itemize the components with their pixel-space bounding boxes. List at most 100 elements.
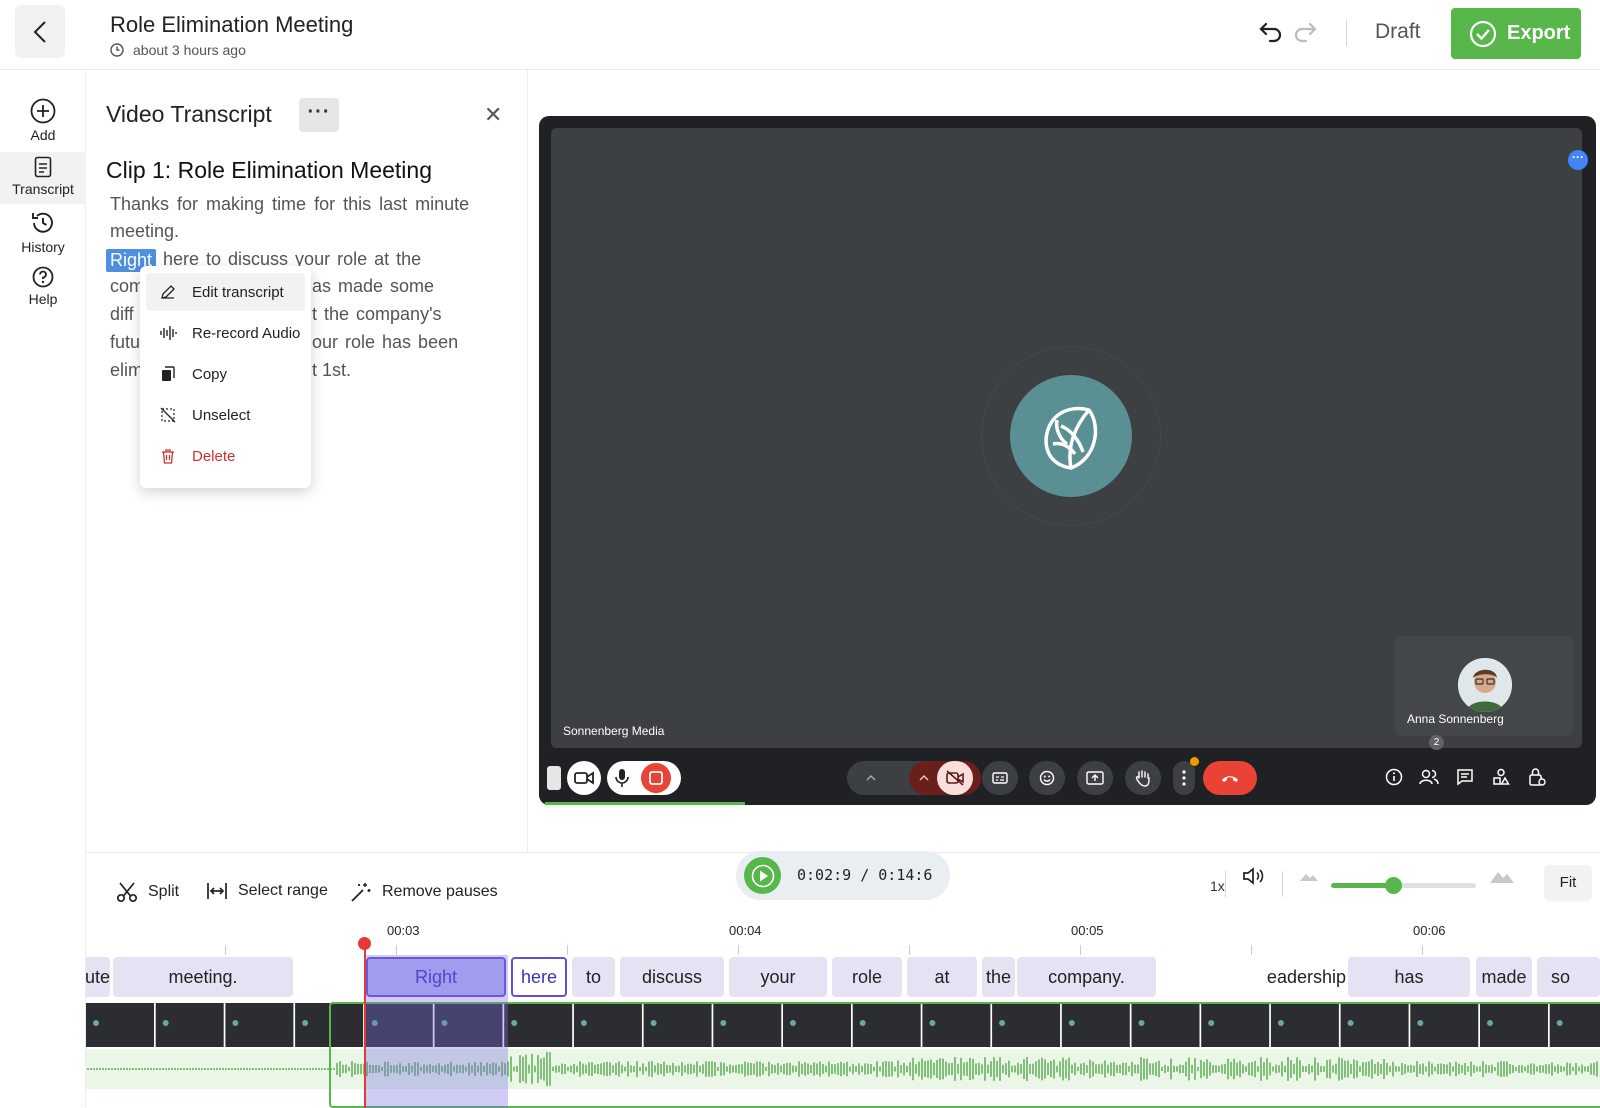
scissors-icon — [116, 882, 138, 903]
history-icon — [32, 212, 53, 233]
transcript-line[interactable]: elim — [110, 360, 143, 381]
remove-pauses-button[interactable]: Remove pauses — [350, 881, 498, 903]
zoom-in-mountain-icon[interactable] — [1489, 864, 1515, 884]
export-button[interactable]: Export — [1451, 8, 1581, 59]
select-range-icon — [207, 883, 227, 899]
split-button[interactable]: Split — [116, 881, 179, 903]
zoom-slider[interactable] — [1331, 877, 1476, 894]
raise-hand-button[interactable] — [1125, 761, 1161, 795]
word-chip[interactable]: your — [729, 957, 827, 997]
transcript-line[interactable]: our role has been — [312, 332, 458, 353]
word-chip[interactable]: so — [1537, 957, 1600, 997]
zoom-slider-fill — [1331, 883, 1394, 888]
document-icon — [34, 156, 52, 178]
more-options-button[interactable] — [1173, 761, 1195, 795]
zoom-slider-knob[interactable] — [1385, 877, 1403, 894]
undo-icon[interactable] — [1258, 20, 1284, 44]
transcript-line[interactable]: com — [110, 276, 144, 297]
transcript-line[interactable]: meeting. — [110, 221, 179, 242]
video-off-icon — [946, 770, 964, 786]
word-chip[interactable]: company. — [1017, 957, 1156, 997]
menu-item-label: Copy — [192, 365, 228, 383]
split-label: Split — [148, 883, 180, 900]
ruler-tick — [1422, 945, 1423, 955]
word-chip[interactable]: Leadership — [1266, 957, 1346, 997]
thumbnail-logo — [302, 1020, 309, 1026]
word-chip[interactable]: at — [907, 957, 977, 997]
ruler-label: 00:04 — [729, 923, 762, 938]
zoom-out-mountain-icon[interactable] — [1299, 868, 1319, 882]
word-chip[interactable]: meeting. — [113, 957, 293, 997]
word-chip[interactable]: made — [1476, 957, 1532, 997]
clip-boundary[interactable] — [329, 1002, 1600, 1108]
chevron-up-icon[interactable] — [866, 774, 876, 782]
menu-item-rerecord-audio[interactable]: Re-record Audio — [146, 314, 305, 352]
remove-pauses-label: Remove pauses — [382, 883, 498, 900]
menu-item-delete[interactable]: Delete — [146, 437, 305, 475]
chat-icon[interactable] — [1456, 768, 1474, 786]
trash-icon — [156, 448, 180, 464]
panel-title: Video Transcript — [106, 101, 272, 127]
transcript-line[interactable]: diff — [110, 304, 134, 325]
video-more-button[interactable]: ··· — [1568, 150, 1588, 170]
fit-button[interactable]: Fit — [1544, 865, 1592, 901]
close-panel-button[interactable]: ✕ — [484, 102, 502, 128]
vertical-dots-icon — [1182, 770, 1186, 786]
end-call-button[interactable] — [1203, 761, 1257, 795]
select-range-button[interactable]: Select range — [206, 881, 328, 901]
thumbnail-logo — [93, 1020, 99, 1026]
word-chip-hovered[interactable]: here — [511, 957, 567, 997]
activities-icon[interactable] — [1492, 768, 1510, 786]
transcript-line[interactable]: t the company's — [312, 304, 442, 325]
chevron-left-icon — [33, 20, 46, 43]
transcript-line[interactable]: as made some — [312, 276, 434, 297]
context-menu: Edit transcript Re-record Audio Copy Uns… — [140, 266, 311, 488]
volume-icon[interactable] — [1242, 866, 1266, 886]
playhead[interactable] — [364, 939, 366, 1108]
info-icon[interactable] — [1385, 768, 1403, 786]
avatar — [1458, 658, 1512, 712]
rail-item-history[interactable]: History — [0, 210, 86, 260]
host-controls-icon[interactable] — [1528, 767, 1546, 787]
clip-title: Clip 1: Role Elimination Meeting — [106, 157, 432, 183]
rail-item-help[interactable]: Help — [0, 266, 86, 312]
word-chip[interactable]: to — [572, 957, 615, 997]
back-button[interactable] — [15, 5, 65, 58]
play-button[interactable] — [744, 857, 781, 894]
magic-wand-icon — [351, 883, 371, 902]
transcript-more-button[interactable]: ··· — [299, 98, 339, 132]
word-chip[interactable]: ute — [86, 957, 110, 997]
microphone-icon[interactable] — [615, 768, 629, 788]
menu-item-edit-transcript[interactable]: Edit transcript — [146, 273, 305, 311]
camera-record-button[interactable] — [567, 761, 601, 795]
present-button[interactable] — [1077, 761, 1113, 795]
reactions-button[interactable] — [1029, 761, 1065, 795]
menu-item-copy[interactable]: Copy — [146, 355, 305, 393]
chevron-up-icon[interactable] — [919, 774, 929, 782]
rail-item-add[interactable]: Add — [0, 98, 86, 148]
word-chip[interactable]: role — [832, 957, 902, 997]
emoji-icon — [1039, 770, 1055, 786]
people-icon[interactable] — [1419, 768, 1439, 786]
playhead-handle[interactable] — [358, 937, 371, 950]
redo-icon[interactable] — [1292, 20, 1318, 44]
menu-item-unselect[interactable]: Unselect — [146, 396, 305, 434]
captions-button[interactable] — [982, 761, 1018, 795]
video-preview[interactable]: ··· Sonnenberg Media Anna Sonnenberg 2 — [539, 116, 1596, 805]
transcript-line[interactable]: futu — [110, 332, 140, 353]
record-controls[interactable] — [607, 761, 681, 795]
rail-item-transcript[interactable]: Transcript — [0, 152, 86, 204]
word-chip[interactable]: the — [982, 957, 1015, 997]
playback-speed-button[interactable]: 1x — [1210, 878, 1225, 894]
word-track: ute meeting. Right here to discuss your … — [86, 957, 1600, 999]
grid-handle[interactable] — [547, 766, 561, 790]
transcript-line[interactable]: t 1st. — [312, 360, 351, 381]
camera-control[interactable] — [909, 761, 981, 795]
top-bar: Role Elimination Meeting about 3 hours a… — [0, 0, 1600, 70]
video-progress-bar — [545, 802, 745, 805]
camera-off-button[interactable] — [937, 761, 973, 795]
word-chip[interactable]: discuss — [620, 957, 724, 997]
transcript-line[interactable]: Thanks for making time for this last min… — [110, 194, 469, 215]
stop-record-button[interactable] — [641, 763, 671, 793]
word-chip[interactable]: has — [1348, 957, 1470, 997]
